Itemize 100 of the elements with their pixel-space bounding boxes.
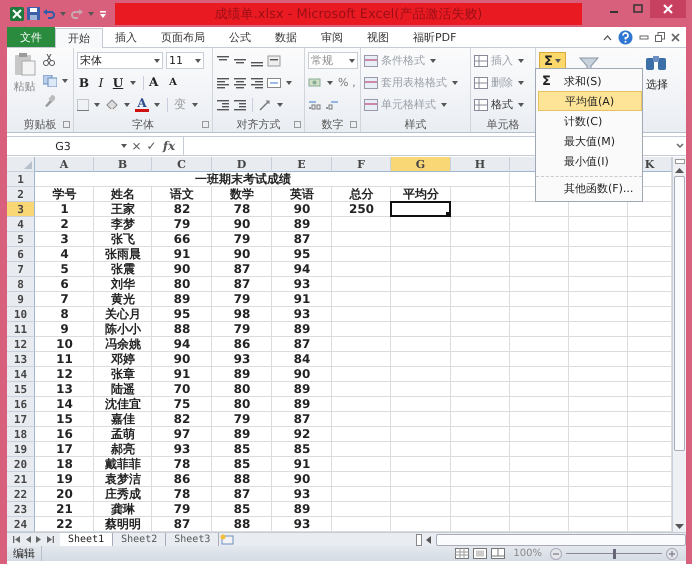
border-icon[interactable]: [77, 98, 89, 110]
caret-icon[interactable]: [124, 102, 130, 106]
caret-icon[interactable]: [277, 102, 283, 106]
scroll-left-icon[interactable]: [426, 536, 432, 544]
active-cell[interactable]: [390, 201, 451, 217]
percent-button[interactable]: %: [338, 76, 348, 89]
ribbon-tab[interactable]: 数据: [263, 28, 309, 47]
last-sheet-icon[interactable]: [47, 536, 54, 543]
customize-icon[interactable]: [99, 8, 107, 18]
ribbon-tab[interactable]: 插入: [103, 28, 149, 47]
page-layout-icon[interactable]: [473, 548, 488, 559]
menu-item[interactable]: 平均值(A): [538, 91, 642, 111]
menu-item[interactable]: 其他函数(F)...: [562, 178, 642, 198]
caret-icon[interactable]: [94, 102, 100, 106]
minimize-icon[interactable]: [639, 33, 649, 41]
row-header[interactable]: 13: [7, 352, 35, 367]
collapse-ribbon-icon[interactable]: [603, 34, 612, 40]
column-header[interactable]: E: [272, 157, 332, 172]
row-header[interactable]: 11: [7, 322, 35, 337]
caret-icon[interactable]: [349, 58, 355, 62]
insert-function-button[interactable]: fx: [159, 139, 179, 153]
row-header[interactable]: 12: [7, 337, 35, 352]
column-header[interactable]: C: [152, 157, 212, 172]
font-name-field[interactable]: 宋体: [77, 52, 163, 69]
align-left-icon[interactable]: [216, 76, 230, 88]
row-header[interactable]: 5: [7, 232, 35, 247]
bold-button[interactable]: B: [77, 76, 91, 90]
row-header[interactable]: 20: [7, 457, 35, 472]
grow-font-button[interactable]: A: [149, 75, 163, 90]
row-header[interactable]: 10: [7, 307, 35, 322]
italic-button[interactable]: I: [94, 76, 108, 90]
ribbon-tab[interactable]: 开始: [55, 28, 103, 48]
slider-thumb[interactable]: [613, 548, 616, 558]
menu-item[interactable]: 计数(C): [562, 111, 642, 131]
row-header[interactable]: 7: [7, 262, 35, 277]
caret-icon[interactable]: [518, 102, 524, 106]
fill-color-icon[interactable]: [105, 98, 119, 110]
caret-icon[interactable]: [121, 144, 127, 148]
caret-icon[interactable]: [192, 102, 198, 106]
comma-button[interactable]: ,: [351, 76, 357, 89]
zoom-out-icon[interactable]: [550, 548, 562, 560]
row-header[interactable]: 2: [7, 187, 35, 202]
cells-button[interactable]: 格式: [474, 96, 532, 113]
split-handle[interactable]: [674, 159, 684, 164]
close-button[interactable]: [650, 0, 686, 18]
column-header[interactable]: D: [212, 157, 272, 172]
increase-decimal-icon[interactable]: [308, 98, 322, 110]
brush-icon[interactable]: [43, 95, 55, 107]
enter-button[interactable]: ✓: [144, 139, 159, 153]
row-header[interactable]: 22: [7, 487, 35, 502]
first-sheet-icon[interactable]: [13, 536, 20, 543]
merge-cells-icon[interactable]: [267, 76, 281, 88]
row-header[interactable]: 6: [7, 247, 35, 262]
caret-icon[interactable]: [154, 102, 160, 106]
ribbon-tab[interactable]: 页面布局: [149, 28, 217, 47]
row-header[interactable]: 21: [7, 472, 35, 487]
horizontal-scrollbar[interactable]: [436, 534, 686, 546]
row-header[interactable]: 19: [7, 442, 35, 457]
font-size-field[interactable]: 11: [166, 52, 204, 69]
previous-sheet-icon[interactable]: [25, 536, 31, 543]
column-header[interactable]: G: [391, 157, 451, 172]
ribbon-tab[interactable]: 公式: [217, 28, 263, 47]
number-format-field[interactable]: 常规: [308, 52, 358, 69]
next-sheet-icon[interactable]: [36, 536, 42, 543]
caret-icon[interactable]: [286, 80, 292, 84]
scissors-icon[interactable]: [43, 54, 55, 66]
caret-icon[interactable]: [62, 78, 68, 82]
column-header[interactable]: B: [94, 157, 152, 172]
row-header[interactable]: 3: [7, 202, 35, 217]
cancel-button[interactable]: ×: [129, 139, 144, 153]
ribbon-tab[interactable]: 文件: [7, 27, 55, 47]
scroll-down-icon[interactable]: [675, 524, 684, 530]
shrink-font-button[interactable]: A: [166, 77, 180, 88]
restore-icon[interactable]: [655, 32, 665, 42]
caret-icon[interactable]: [154, 58, 160, 62]
row-header[interactable]: 1: [7, 172, 35, 187]
row-header[interactable]: 24: [7, 517, 35, 532]
sheet-tab[interactable]: Sheet1: [60, 533, 114, 546]
split-handle[interactable]: [416, 534, 422, 546]
zoom-in-icon[interactable]: [666, 548, 678, 560]
ribbon-tab[interactable]: 视图: [355, 28, 401, 47]
close-icon[interactable]: [671, 32, 680, 42]
caret-icon[interactable]: [195, 58, 201, 62]
menu-item[interactable]: 最大值(M): [562, 131, 642, 151]
row-header[interactable]: 9: [7, 292, 35, 307]
scroll-up-icon[interactable]: [675, 167, 684, 173]
align-right-icon[interactable]: [250, 76, 264, 88]
page-break-icon[interactable]: [491, 548, 506, 559]
ribbon-tab[interactable]: 福昕PDF: [401, 28, 468, 47]
help-icon[interactable]: [618, 30, 633, 44]
align-center-icon[interactable]: [233, 76, 247, 88]
excel-logo-icon[interactable]: [10, 6, 24, 20]
decrease-indent-icon[interactable]: [216, 98, 230, 110]
row-header[interactable]: 4: [7, 217, 35, 232]
scroll-thumb[interactable]: [674, 176, 685, 451]
decrease-decimal-icon[interactable]: [325, 98, 339, 110]
row-header[interactable]: 8: [7, 277, 35, 292]
underline-button[interactable]: U: [111, 76, 125, 90]
caret-icon[interactable]: [130, 80, 136, 84]
row-header[interactable]: 16: [7, 397, 35, 412]
